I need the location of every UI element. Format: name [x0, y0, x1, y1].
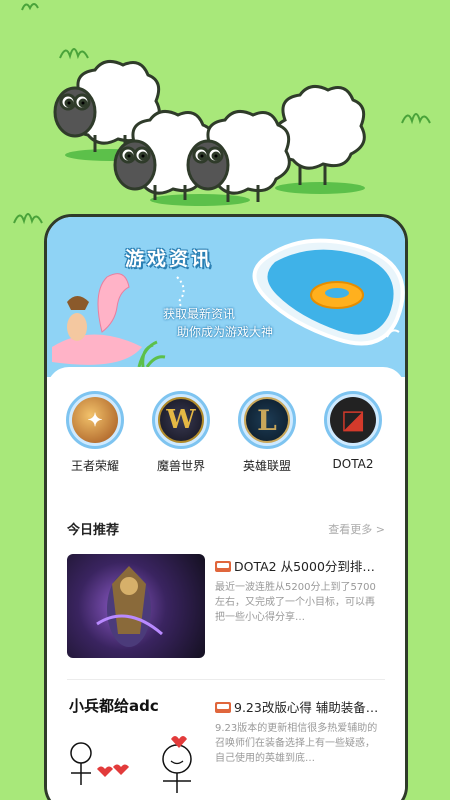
content-sheet: ✦ 王者荣耀 W 魔兽世界 L 英雄联盟 ◪ DOTA2 今日推荐 查看更多 >… — [47, 367, 405, 800]
article-item[interactable]: 小兵都给adc 9.23改版心得 辅助装备… 9.23版本的更新相信很多热爱辅助… — [67, 695, 387, 800]
article-title: DOTA2 从5000分到排… — [215, 556, 387, 575]
league-of-legends-icon: L — [244, 397, 290, 443]
article-thumbnail: 小兵都给adc — [67, 695, 205, 800]
world-of-warcraft-icon: W — [158, 397, 204, 443]
game-label: 王者荣耀 — [70, 459, 119, 473]
banner-subtitle-line1: 获取最新资讯 — [163, 307, 236, 321]
banner-subtitle: 获取最新资讯 助你成为游戏大神 — [163, 305, 273, 341]
section-title: 今日推荐 — [67, 523, 120, 538]
content-card: 游戏资讯 获取最新资讯 助你成为游戏大神 ✦ 王者荣耀 W 魔兽世界 L 英雄联… — [44, 214, 408, 800]
dota2-icon: ◪ — [330, 397, 376, 443]
game-item-honor-of-kings[interactable]: ✦ 王者荣耀 — [55, 391, 135, 474]
game-category-row: ✦ 王者荣耀 W 魔兽世界 L 英雄联盟 ◪ DOTA2 — [47, 391, 405, 481]
honor-of-kings-icon: ✦ — [72, 397, 118, 443]
sheep-illustration — [53, 59, 366, 206]
banner-illustration — [52, 238, 405, 368]
hero-artwork — [96, 566, 163, 647]
article-title: 9.23改版心得 辅助装备… — [215, 697, 387, 716]
thumbnail-caption: 小兵都给adc — [69, 697, 159, 715]
banner-subtitle-line2: 助你成为游戏大神 — [177, 325, 274, 339]
book-icon — [215, 561, 231, 572]
article-description: 最近一波连胜从5200分上到了5700左右，又完成了一个小目标，可以再把一些小心… — [215, 582, 376, 623]
book-icon — [215, 702, 231, 713]
game-item-league-of-legends[interactable]: L 英雄联盟 — [227, 391, 307, 474]
divider — [67, 679, 385, 680]
game-label: DOTA2 — [332, 457, 374, 471]
game-label: 英雄联盟 — [242, 459, 291, 473]
banner-title: 游戏资讯 — [125, 248, 214, 270]
stick-figures-illustration — [70, 736, 192, 793]
article-description: 9.23版本的更新相信很多热爱辅助的召唤师们在装备选择上有一些疑惑，自己使用的英… — [215, 723, 378, 764]
article-thumbnail — [67, 554, 205, 658]
view-more-link[interactable]: 查看更多 > — [328, 521, 385, 537]
article-item[interactable]: DOTA2 从5000分到排… 最近一波连胜从5200分上到了5700左右，又完… — [67, 554, 387, 658]
game-item-world-of-warcraft[interactable]: W 魔兽世界 — [141, 391, 221, 474]
game-item-dota2[interactable]: ◪ DOTA2 — [313, 391, 393, 471]
game-label: 魔兽世界 — [156, 459, 205, 473]
news-banner[interactable]: 游戏资讯 获取最新资讯 助你成为游戏大神 — [47, 217, 405, 377]
